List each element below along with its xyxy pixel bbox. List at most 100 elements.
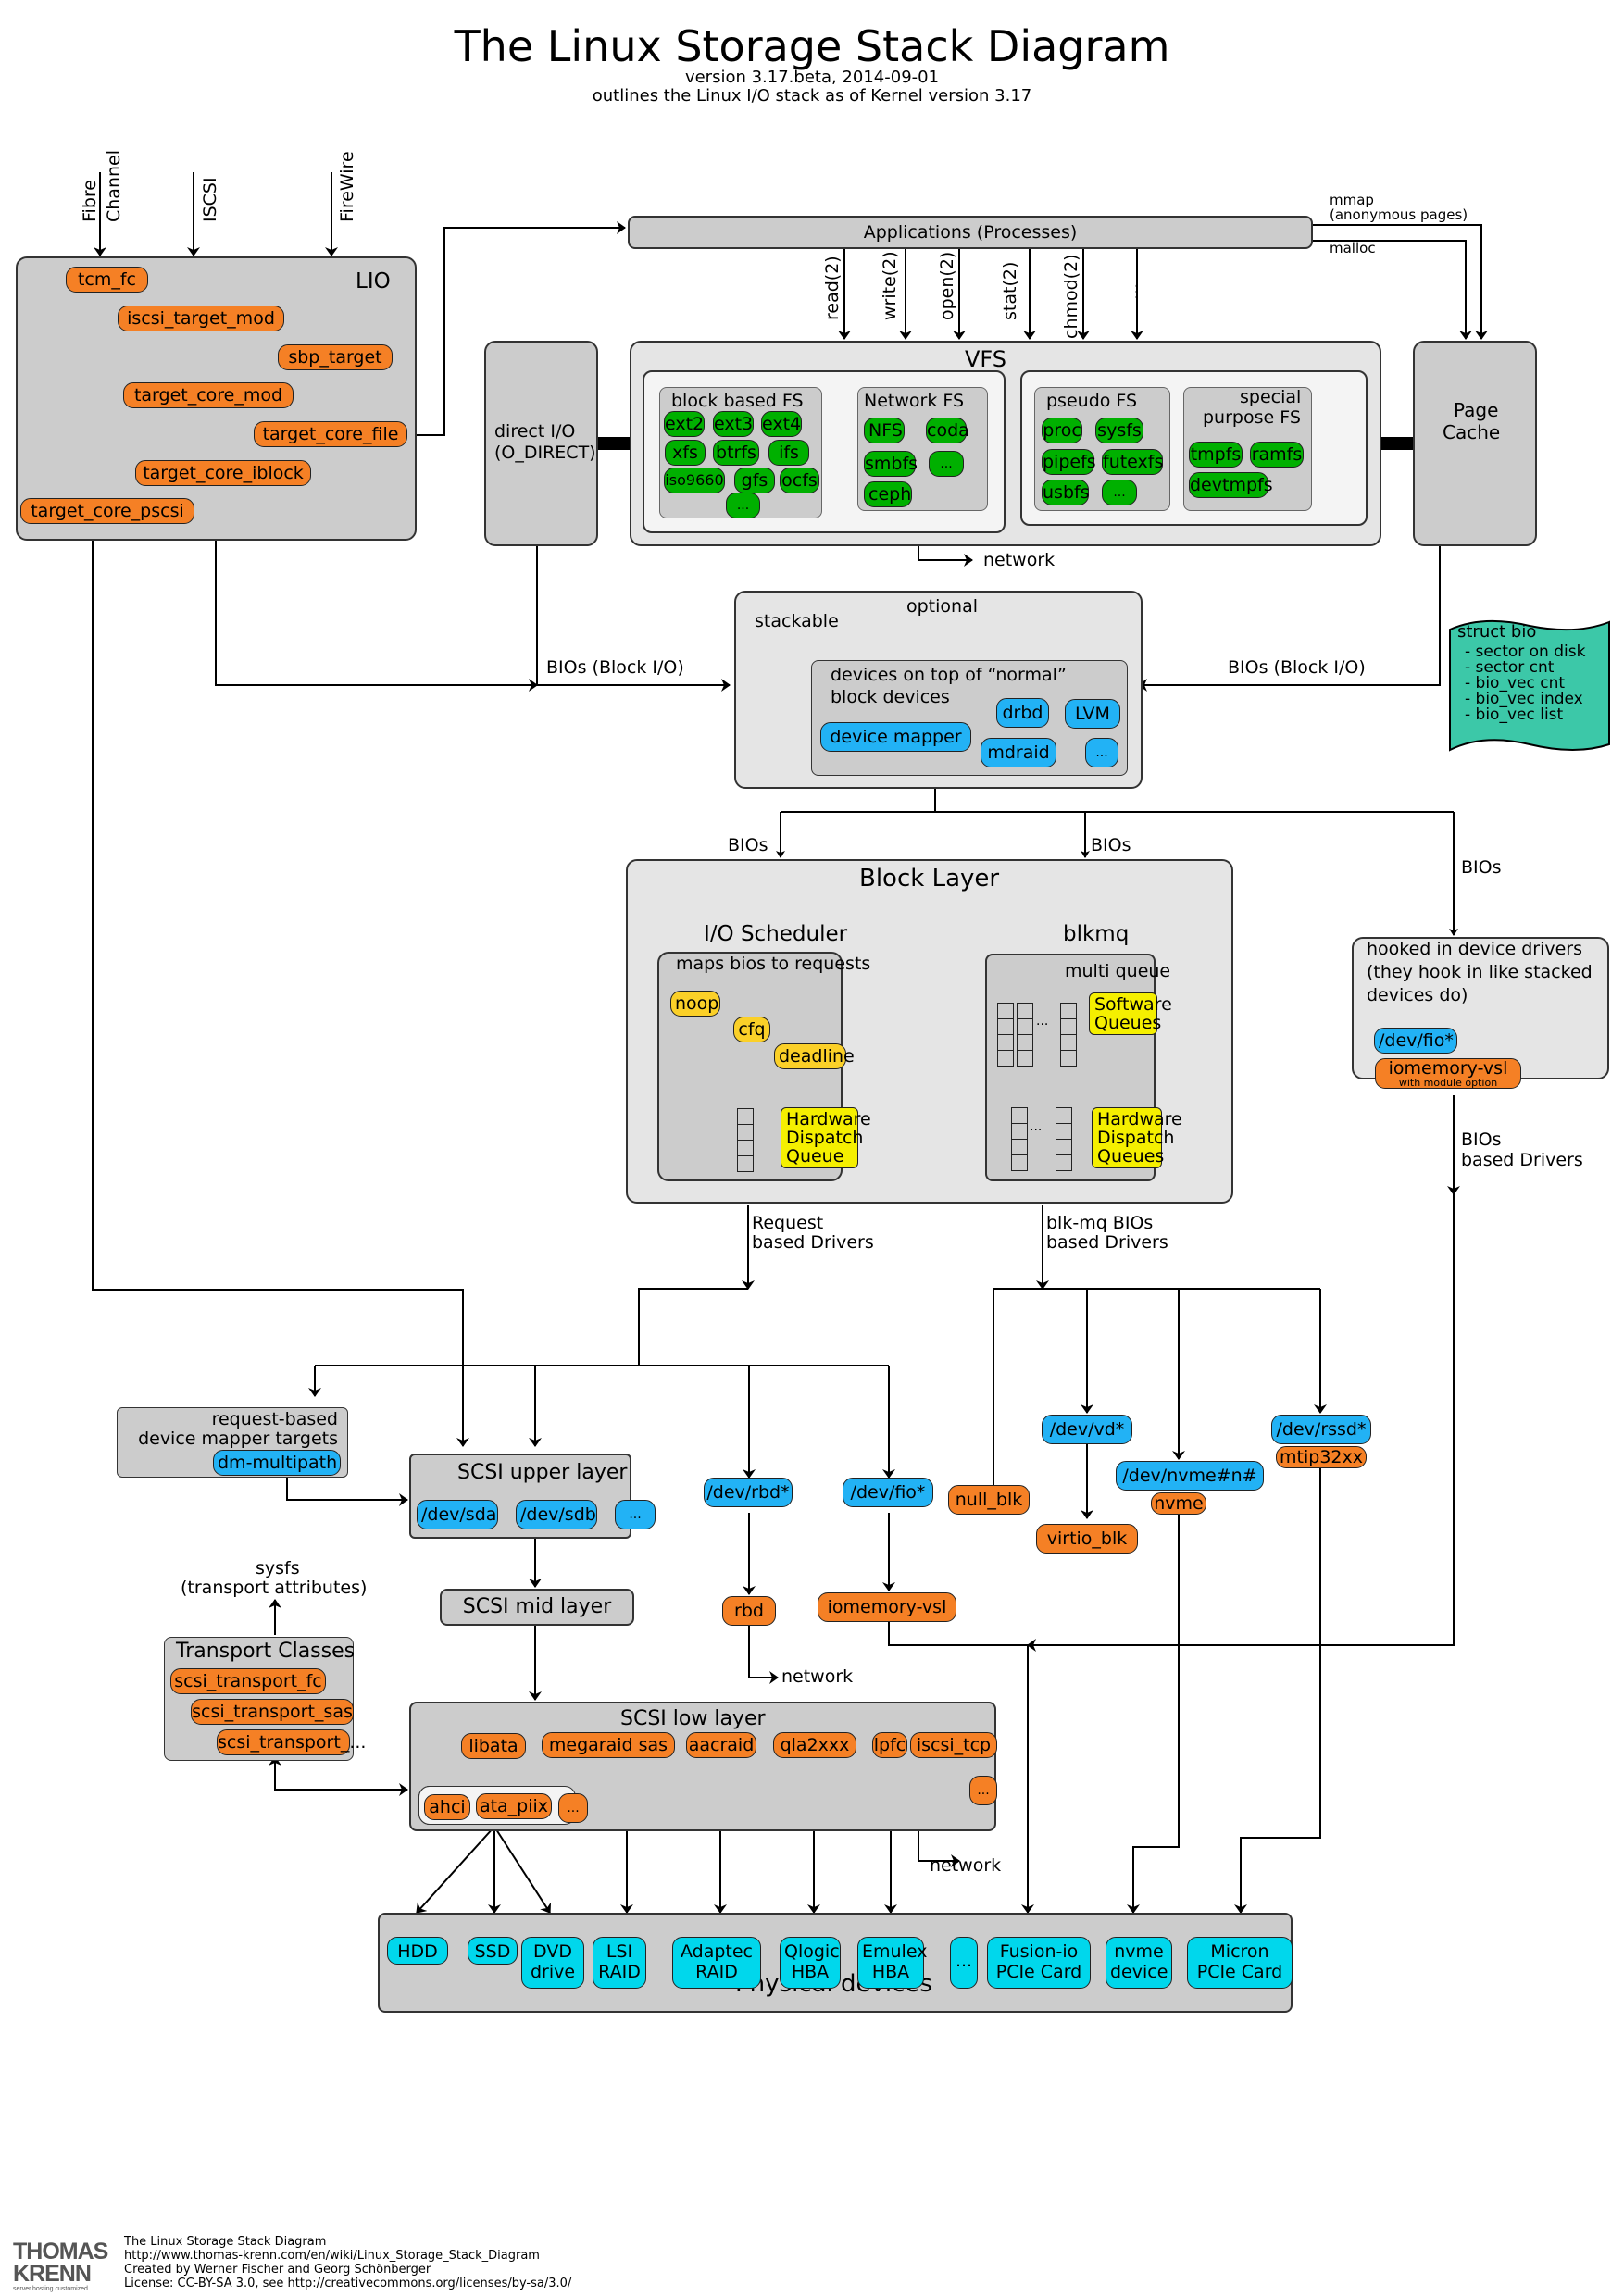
special-fs-title-2: purpose FS	[1203, 407, 1301, 428]
lio-module-target-core-file[interactable]: target_core_file	[254, 421, 407, 447]
fs-gfs[interactable]: gfs	[734, 468, 775, 493]
physical-device[interactable]: Qlogic HBA	[780, 1937, 841, 1989]
physical-device[interactable]: DVD drive	[521, 1937, 584, 1989]
blkmq-drivers-label-2: based Drivers	[1046, 1232, 1168, 1253]
scheduler-noop[interactable]: noop	[670, 991, 720, 1017]
lio-title: LIO	[356, 269, 391, 293]
footer-url[interactable]: http://www.thomas-krenn.com/en/wiki/Linu…	[124, 2249, 540, 2263]
blkmq-title: blkmq	[1063, 922, 1130, 946]
fs-devtmpfs[interactable]: devtmpfs	[1189, 472, 1273, 498]
physical-device[interactable]: nvme device	[1106, 1937, 1172, 1989]
dev-nvme[interactable]: /dev/nvme#n#	[1116, 1461, 1264, 1491]
fs-btrfs[interactable]: btrfs	[713, 440, 759, 466]
physical-device-label: Micron	[1210, 1941, 1269, 1962]
blkmq-sub: multi queue	[1065, 961, 1171, 981]
physical-device[interactable]: Fusion-io PCIe Card	[987, 1937, 1091, 1989]
physical-device[interactable]: Micron PCIe Card	[1187, 1937, 1293, 1989]
driver-nvme[interactable]: nvme	[1151, 1492, 1206, 1515]
hooked-line-3: devices do)	[1367, 985, 1468, 1005]
scsi-dev-sdb[interactable]: /dev/sdb	[516, 1500, 597, 1529]
ata-driver-ahci[interactable]: ahci	[424, 1794, 470, 1820]
scsi-upper-title: SCSI upper layer	[457, 1461, 628, 1484]
sw-label-1: Software	[1094, 994, 1172, 1015]
lio-module-target-core-iblock[interactable]: target_core_iblock	[135, 460, 311, 486]
device-lvm[interactable]: LVM	[1065, 699, 1120, 729]
ata-driver-ata-piix[interactable]: ata_piix	[476, 1793, 552, 1819]
scsi-low-libata[interactable]: libata	[461, 1733, 526, 1759]
physical-device[interactable]: HDD	[387, 1937, 448, 1965]
lio-module-iscsi-target-mod[interactable]: iscsi_target_mod	[118, 306, 284, 331]
fs-proc[interactable]: proc	[1042, 418, 1082, 443]
device-more[interactable]: ...	[1085, 738, 1118, 767]
physical-device[interactable]: ...	[950, 1937, 978, 1989]
fs-sysfs[interactable]: sysfs	[1095, 418, 1143, 443]
footer-license: License: CC-BY-SA 3.0, see http://creati…	[124, 2277, 572, 2290]
fs-ceph[interactable]: ceph	[864, 481, 912, 507]
fs-ext2[interactable]: ext2	[664, 411, 705, 437]
dm-multipath[interactable]: dm-multipath	[213, 1450, 341, 1476]
fs-ocfs[interactable]: ocfs	[780, 468, 819, 493]
special-fs-title-1: special	[1240, 387, 1302, 407]
scsi-low-lpfc[interactable]: lpfc	[872, 1732, 907, 1758]
hooked-dev-fio[interactable]: /dev/fio*	[1374, 1028, 1457, 1054]
dev-fio[interactable]: /dev/fio*	[843, 1478, 933, 1507]
fs-pipefs[interactable]: pipefs	[1042, 449, 1096, 475]
fs-futexfs[interactable]: futexfs	[1102, 449, 1163, 475]
physical-device[interactable]: Adaptec RAID	[672, 1937, 761, 1989]
dev-rssd[interactable]: /dev/rssd*	[1271, 1415, 1371, 1444]
physical-device[interactable]: LSI RAID	[593, 1937, 646, 1989]
fs-ramfs[interactable]: ramfs	[1250, 442, 1304, 468]
transport-more[interactable]: scsi_transport_...	[217, 1729, 366, 1755]
fs-block-more[interactable]: ...	[726, 493, 760, 518]
fs-ext4[interactable]: ext4	[761, 411, 802, 437]
scsi-low-aacraid[interactable]: aacraid	[686, 1732, 756, 1758]
physical-device-label: drive	[530, 1962, 576, 1982]
fs-xfs[interactable]: xfs	[665, 440, 706, 466]
driver-mtip32xx[interactable]: mtip32xx	[1276, 1446, 1367, 1468]
fs-coda[interactable]: coda	[926, 418, 969, 443]
lio-module-target-core-pscsi[interactable]: target_core_pscsi	[20, 498, 194, 524]
scheduler-cfq[interactable]: cfq	[733, 1017, 770, 1042]
fs-ifs[interactable]: ifs	[768, 440, 809, 466]
lio-module-sbp-target[interactable]: sbp_target	[278, 344, 393, 370]
physical-device[interactable]: Emulex HBA	[857, 1937, 927, 1989]
driver-virtio-blk[interactable]: virtio_blk	[1036, 1524, 1138, 1554]
o-direct-label: (O_DIRECT)	[494, 443, 596, 463]
logo-tagline: server.hosting.customized.	[13, 2286, 90, 2292]
physical-device[interactable]: SSD	[468, 1937, 518, 1965]
fs-ext3[interactable]: ext3	[713, 411, 754, 437]
fs-usbfs[interactable]: usbfs	[1042, 480, 1090, 505]
lio-module-target-core-mod[interactable]: target_core_mod	[123, 382, 294, 408]
scsi-low-megaraid[interactable]: megaraid sas	[542, 1732, 675, 1758]
scheduler-deadline[interactable]: deadline	[774, 1043, 855, 1069]
malloc-label: malloc	[1330, 240, 1376, 256]
ata-driver-more[interactable]: ...	[558, 1793, 588, 1823]
transport-sas[interactable]: scsi_transport_sas	[191, 1699, 354, 1725]
transport-fc[interactable]: scsi_transport_fc	[170, 1668, 326, 1694]
driver-rbd[interactable]: rbd	[722, 1596, 776, 1626]
device-drbd[interactable]: drbd	[996, 698, 1049, 728]
fs-iso9660[interactable]: iso9660	[664, 468, 725, 493]
fs-nfs[interactable]: NFS	[864, 418, 905, 443]
fs-pseudo-more[interactable]: ...	[1102, 480, 1137, 505]
sysfs-label: sysfs	[256, 1558, 300, 1578]
physical-device-label: DVD	[533, 1941, 572, 1962]
scsi-low-qla2xxx[interactable]: qla2xxx	[773, 1732, 856, 1758]
driver-null-blk[interactable]: null_blk	[948, 1485, 1030, 1515]
scsi-low-iscsi-tcp[interactable]: iscsi_tcp	[910, 1732, 997, 1758]
fs-tmpfs[interactable]: tmpfs	[1189, 442, 1243, 468]
fs-network-more[interactable]: ...	[929, 451, 964, 477]
scsi-dev-sda[interactable]: /dev/sda	[417, 1500, 498, 1529]
dev-rbd[interactable]: /dev/rbd*	[704, 1478, 793, 1507]
scsi-low-more[interactable]: ...	[969, 1776, 997, 1805]
device-mapper[interactable]: device mapper	[820, 722, 971, 752]
dev-vd[interactable]: /dev/vd*	[1042, 1415, 1132, 1444]
dm-targets-label-1: request-based	[211, 1409, 338, 1429]
driver-iomemory-vsl[interactable]: iomemory-vsl	[818, 1592, 956, 1622]
lio-module-tcm-fc[interactable]: tcm_fc	[66, 267, 148, 293]
device-mdraid[interactable]: mdraid	[981, 738, 1056, 767]
scsi-dev-more[interactable]: ...	[615, 1500, 656, 1529]
hooked-line-2: (they hook in like stacked	[1367, 962, 1593, 982]
hooked-iomemory-vsl[interactable]: iomemory-vsl with module option	[1375, 1058, 1521, 1089]
fs-smbfs[interactable]: smbfs	[864, 451, 918, 477]
